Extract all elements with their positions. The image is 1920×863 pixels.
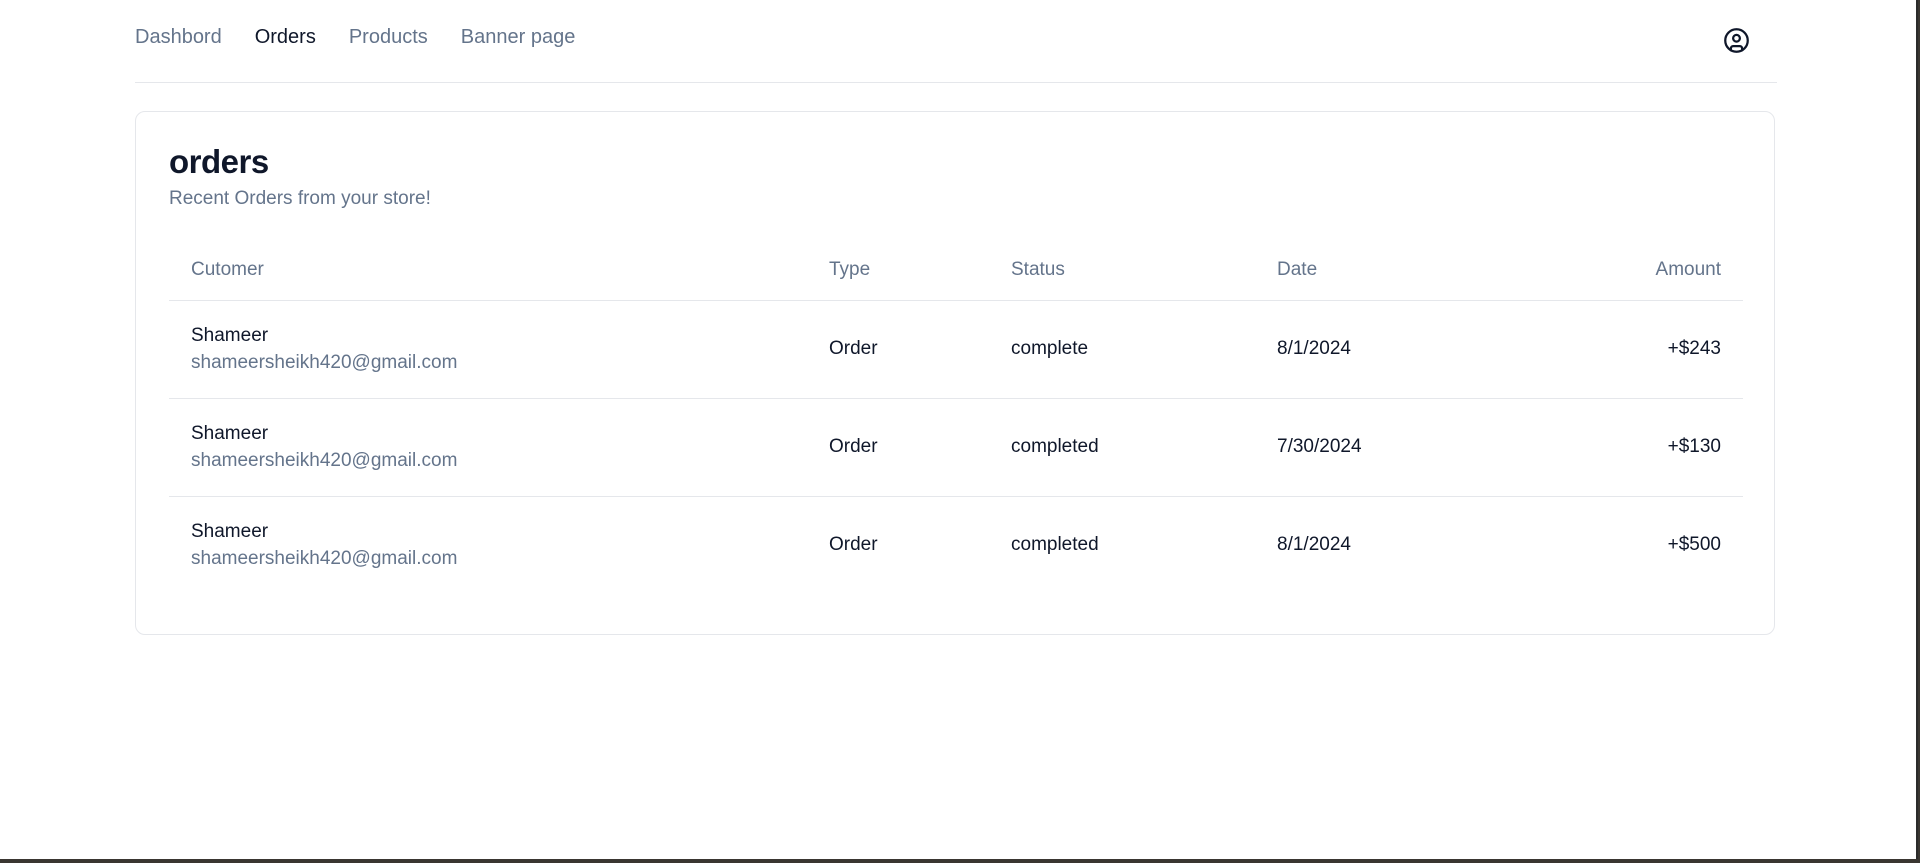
card-subtitle: Recent Orders from your store! — [169, 188, 431, 209]
nav-link-products[interactable]: Products — [349, 26, 428, 49]
date-cell: 7/30/2024 — [1277, 436, 1362, 457]
status-cell: complete — [1011, 338, 1089, 359]
amount-cell: +$500 — [1667, 534, 1721, 556]
customer-email: shameersheikh420@gmail.com — [191, 450, 458, 471]
nav-link-dashboard[interactable]: Dashbord — [135, 26, 222, 49]
customer-cell: Shameer shameersheikh420@gmail.com — [169, 496, 829, 594]
amount-cell: +$130 — [1667, 436, 1721, 457]
amount-cell: +$243 — [1667, 338, 1721, 359]
nav-links: Dashbord Orders Products Banner page — [135, 26, 575, 49]
date-cell: 8/1/2024 — [1277, 534, 1351, 556]
page: Dashbord Orders Products Banner page ord… — [0, 0, 1918, 859]
status-cell: completed — [1011, 436, 1099, 457]
type-cell: Order — [829, 436, 878, 457]
orders-card: orders Recent Orders from your store! Cu… — [135, 111, 1775, 635]
date-cell: 8/1/2024 — [1277, 338, 1351, 359]
user-menu-button[interactable] — [1723, 27, 1750, 54]
customer-cell: Shameer shameersheikh420@gmail.com — [169, 300, 829, 398]
top-nav: Dashbord Orders Products Banner page — [135, 0, 1777, 83]
customer-cell: Shameer shameersheikh420@gmail.com — [169, 398, 829, 496]
customer-name: Shameer — [191, 423, 269, 444]
user-circle-icon — [1724, 28, 1749, 53]
table-row[interactable]: Shameer shameersheikh420@gmail.com Order… — [169, 496, 1743, 594]
window-edge — [1916, 0, 1918, 859]
nav-link-banner-page[interactable]: Banner page — [461, 26, 576, 49]
table-row[interactable]: Shameer shameersheikh420@gmail.com Order… — [169, 300, 1743, 398]
header-status: Status — [1011, 258, 1065, 280]
header-customer: Cutomer — [191, 258, 264, 280]
customer-email: shameersheikh420@gmail.com — [191, 548, 458, 570]
type-cell: Order — [829, 338, 878, 359]
type-cell: Order — [829, 534, 878, 556]
header-type: Type — [829, 258, 871, 280]
header-date: Date — [1277, 258, 1318, 280]
nav-link-orders[interactable]: Orders — [255, 26, 316, 49]
customer-email: shameersheikh420@gmail.com — [191, 352, 458, 373]
table-row[interactable]: Shameer shameersheikh420@gmail.com Order… — [169, 398, 1743, 496]
orders-table: Cutomer Type Status Date Amount Shameer … — [169, 240, 1743, 594]
header-amount: Amount — [1655, 258, 1721, 280]
card-title: orders — [169, 143, 269, 180]
table-header-row: Cutomer Type Status Date Amount — [169, 240, 1743, 300]
status-cell: completed — [1011, 534, 1099, 556]
customer-name: Shameer — [191, 325, 269, 346]
customer-name: Shameer — [191, 521, 269, 543]
